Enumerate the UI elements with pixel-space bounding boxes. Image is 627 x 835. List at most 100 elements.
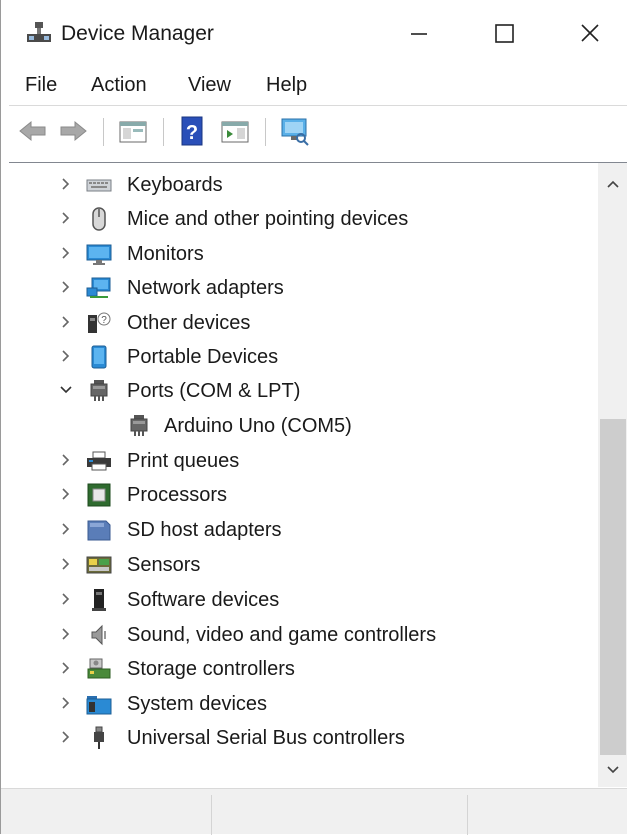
toolbar-separator (265, 118, 266, 146)
vertical-scrollbar[interactable] (598, 163, 627, 787)
menu-file[interactable]: File (25, 72, 57, 98)
tree-item-software-devices[interactable]: Software devices (58, 583, 588, 615)
status-pane-divider (211, 795, 212, 835)
chevron-right-icon[interactable] (58, 275, 74, 299)
chevron-right-icon[interactable] (58, 587, 74, 611)
minimize-button[interactable] (393, 12, 445, 56)
tree-item-label: Universal Serial Bus controllers (127, 727, 405, 749)
processor-icon (87, 483, 111, 507)
tree-item-storage-controllers[interactable]: Storage controllers (58, 652, 588, 684)
chevron-right-icon[interactable] (58, 172, 74, 196)
title-bar[interactable]: Device Manager (1, 0, 627, 66)
tree-item-print-queues[interactable]: Print queues (58, 444, 588, 476)
back-button[interactable] (17, 115, 49, 147)
scan-hardware-changes-icon (281, 118, 309, 146)
speaker-icon (91, 624, 106, 646)
menu-help[interactable]: Help (266, 72, 307, 98)
software-device-icon (92, 589, 106, 611)
tree-item-label: Portable Devices (127, 346, 279, 368)
tree-item-label: Monitors (127, 243, 204, 265)
chevron-right-icon[interactable] (58, 344, 74, 368)
portable-device-icon (91, 345, 107, 369)
chevron-down-icon[interactable] (58, 378, 74, 402)
tree-item-label: Ports (COM & LPT) (127, 380, 301, 402)
menu-view[interactable]: View (188, 72, 231, 98)
chevron-down-icon (607, 766, 619, 774)
tree-item-label: Processors (127, 484, 228, 506)
menu-bar: File Action View Help (1, 66, 627, 104)
chevron-right-icon[interactable] (58, 310, 74, 334)
chevron-right-icon[interactable] (58, 691, 74, 715)
back-arrow-icon (19, 120, 46, 142)
tree-item-label: Sound, video and game controllers (127, 624, 437, 646)
toolbar: ? (1, 106, 627, 156)
chevron-right-icon[interactable] (58, 517, 74, 541)
chevron-right-icon[interactable] (58, 206, 74, 230)
tree-item-sound-video-game[interactable]: Sound, video and game controllers (58, 618, 588, 650)
tree-item-arduino-uno[interactable]: Arduino Uno (COM5) (58, 409, 588, 441)
tree-item-mice[interactable]: Mice and other pointing devices (58, 202, 588, 234)
port-icon (90, 380, 108, 401)
device-manager-icon (27, 22, 51, 42)
chevron-right-icon[interactable] (58, 622, 74, 646)
close-button[interactable] (565, 12, 617, 56)
tree-item-monitors[interactable]: Monitors (58, 237, 588, 269)
port-icon (130, 415, 148, 436)
sd-card-icon (87, 520, 111, 541)
tree-item-ports[interactable]: Ports (COM & LPT) (58, 374, 588, 406)
chevron-right-icon[interactable] (58, 448, 74, 472)
chevron-right-icon[interactable] (58, 552, 74, 576)
tree-item-system-devices[interactable]: System devices (58, 687, 588, 719)
svg-text:?: ? (186, 122, 198, 144)
scroll-down-button[interactable] (598, 757, 627, 783)
show-hide-console-tree-button[interactable] (117, 115, 149, 147)
status-pane-divider (467, 795, 468, 835)
scroll-thumb[interactable] (600, 419, 626, 755)
tree-item-label: Print queues (127, 450, 240, 472)
tree-item-label: Mice and other pointing devices (127, 208, 409, 230)
tree-item-keyboards[interactable]: Keyboards (58, 168, 588, 200)
tree-item-sensors[interactable]: Sensors (58, 548, 588, 580)
unknown-device-icon: ? (88, 312, 111, 333)
close-icon (581, 24, 599, 42)
minimize-icon (411, 33, 427, 35)
chevron-up-icon (607, 180, 619, 188)
storage-controller-icon (87, 658, 111, 679)
chevron-right-icon[interactable] (58, 241, 74, 265)
tree-item-label: Keyboards (127, 174, 223, 196)
tree-item-other-devices[interactable]: ? Other devices (58, 306, 588, 338)
status-bar (1, 788, 627, 835)
help-button[interactable]: ? (177, 115, 209, 147)
usb-icon (94, 726, 104, 749)
toolbar-separator (163, 118, 164, 146)
properties-button[interactable] (219, 115, 251, 147)
tree-item-network-adapters[interactable]: Network adapters (58, 271, 588, 303)
system-folder-icon (86, 696, 112, 715)
printer-icon (87, 451, 111, 471)
tree-item-label: Storage controllers (127, 658, 295, 680)
scroll-up-button[interactable] (598, 171, 627, 197)
tree-item-processors[interactable]: Processors (58, 478, 588, 510)
tree-item-label: System devices (127, 693, 268, 715)
tree-item-usb-controllers[interactable]: Universal Serial Bus controllers (58, 721, 588, 753)
network-adapter-icon (86, 277, 111, 298)
chevron-right-icon[interactable] (58, 725, 74, 749)
show-hide-console-tree-icon (119, 121, 147, 143)
tree-item-sd-host-adapters[interactable]: SD host adapters (58, 513, 588, 545)
tree-item-label: Software devices (127, 589, 280, 611)
forward-arrow-icon (60, 120, 87, 142)
keyboard-icon (86, 179, 112, 192)
toolbar-separator (103, 118, 104, 146)
chevron-right-icon[interactable] (58, 482, 74, 506)
menu-action[interactable]: Action (91, 72, 147, 98)
maximize-button[interactable] (479, 12, 531, 56)
tree-item-label: SD host adapters (127, 519, 282, 541)
tree-item-label: Arduino Uno (COM5) (164, 415, 352, 437)
chevron-right-icon[interactable] (58, 656, 74, 680)
properties-icon (221, 121, 249, 143)
tree-item-portable-devices[interactable]: Portable Devices (58, 340, 588, 372)
tree-item-label: Network adapters (127, 277, 284, 299)
sensor-icon (86, 556, 112, 574)
forward-button[interactable] (57, 115, 89, 147)
scan-hardware-changes-button[interactable] (279, 115, 311, 147)
